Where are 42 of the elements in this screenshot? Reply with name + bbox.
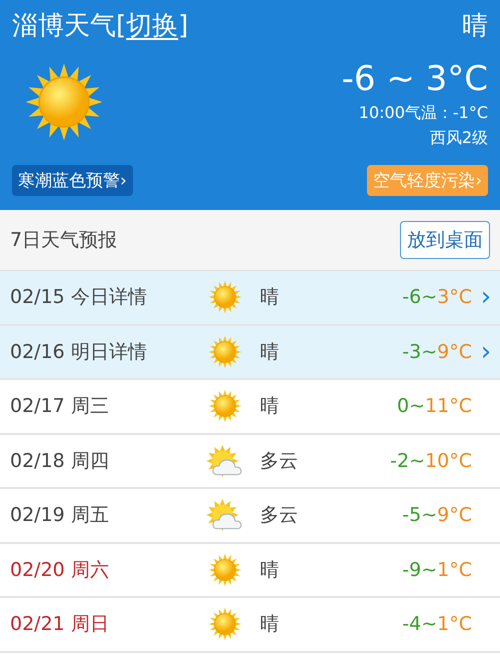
temperature-text: -4~1°C [401,613,472,636]
date-text: 02/15 今日详情 [10,285,148,310]
sun-icon [208,389,242,424]
bracket: ] [178,11,188,41]
city-title: 淄博天气 [12,10,116,43]
add-to-desktop-button[interactable]: 放到桌面 [400,221,490,259]
sun-icon [208,280,242,314]
condition-text: 晴 [260,340,280,365]
date-text: 02/17 周三 [10,394,110,420]
condition-text: 多云 [260,503,299,528]
date-text: 02/19 周五 [10,503,110,528]
temperature-text: -6~3°C [401,286,472,308]
forecast-row[interactable]: 02/16 明日详情 晴 -3~9°C › [0,326,500,380]
temperature-text: -9~1°C [401,558,472,581]
sun-icon [24,62,104,142]
alert-button[interactable]: 寒潮蓝色预警› [12,165,133,196]
date-text: 02/20 周六 [10,558,110,583]
condition-text: 多云 [260,448,299,474]
temperature-text: -5~9°C [401,504,472,526]
temperature-text: 0~11°C [396,395,472,418]
condition-text: 晴 [462,10,488,43]
sun-icon [208,552,242,587]
current-temperature: 10:00气温：-1°C [358,103,488,124]
date-text: 02/21 周日 [10,612,110,638]
sun-icon [208,607,242,642]
condition-text: 晴 [260,558,280,583]
bracket: [ [116,11,126,41]
temperature-range: -6 ~ 3°C [342,59,488,99]
switch-link[interactable]: 切换 [126,8,178,43]
forecast-row[interactable]: 02/15 今日详情 晴 -6~3°C › [0,271,500,326]
date-text: 02/18 周四 [10,448,110,474]
temperature-text: -3~9°C [401,340,472,363]
condition-text: 晴 [260,394,280,420]
chevron-icon[interactable]: › [472,282,500,312]
temperature-text: -2~10°C [389,450,472,472]
wind-text: 西风2级 [430,128,488,149]
date-text: 02/16 明日详情 [10,340,148,365]
forecast-title: 7日天气预报 [10,228,118,253]
chevron-icon[interactable]: › [472,336,500,367]
condition-text: 晴 [260,612,280,638]
condition-text: 晴 [260,285,280,310]
sun-icon [208,334,242,369]
